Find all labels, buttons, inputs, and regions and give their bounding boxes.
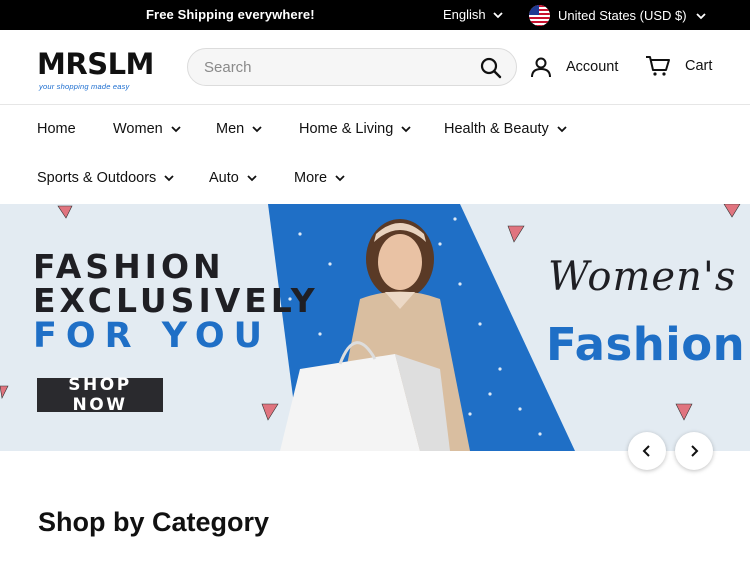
- user-icon: [531, 57, 551, 78]
- us-flag-icon: [529, 5, 550, 26]
- nav-item-label: Men: [216, 121, 245, 137]
- logo-tagline: your shopping made easy: [39, 82, 130, 91]
- nav-item-auto[interactable]: Auto: [209, 170, 258, 186]
- chevron-left-icon: [642, 445, 650, 457]
- nav-item-label: Sports & Outdoors: [37, 170, 157, 186]
- search-bar: [187, 48, 517, 86]
- logo-wordmark: MRSLM: [37, 47, 154, 81]
- chevron-right-icon: [691, 445, 699, 457]
- carousel-prev-button[interactable]: [628, 432, 666, 470]
- nav-item-health-beauty[interactable]: Health & Beauty: [444, 121, 568, 137]
- chevron-down-icon: [493, 11, 503, 18]
- cart-label: Cart: [685, 58, 713, 74]
- nav-item-more[interactable]: More: [294, 170, 346, 186]
- search-icon[interactable]: [480, 57, 502, 79]
- nav-item-label: Auto: [209, 170, 239, 186]
- announcement-bar: Free Shipping everywhere! English United…: [0, 0, 750, 30]
- nav-item-men[interactable]: Men: [216, 121, 263, 137]
- chevron-down-icon: [171, 126, 181, 133]
- search-input[interactable]: [204, 49, 474, 85]
- chevron-down-icon: [335, 175, 345, 182]
- chevron-down-icon: [401, 126, 411, 133]
- nav-item-home-living[interactable]: Home & Living: [299, 121, 412, 137]
- chevron-down-icon: [695, 12, 706, 19]
- nav-item-sports-outdoors[interactable]: Sports & Outdoors: [37, 170, 175, 186]
- shop-by-category-title: Shop by Category: [38, 507, 270, 537]
- chevron-down-icon: [557, 126, 567, 133]
- currency-label: United States (USD $): [558, 8, 687, 23]
- promo-text: Free Shipping everywhere!: [146, 7, 315, 22]
- nav-item-home[interactable]: Home: [37, 121, 76, 137]
- shop-now-button[interactable]: SHOP NOW: [34, 375, 164, 415]
- language-label: English: [443, 7, 486, 22]
- currency-selector[interactable]: United States (USD $): [529, 5, 707, 26]
- site-header: MRSLM your shopping made easy Account Ca…: [0, 30, 750, 105]
- hero-banner[interactable]: FASHION EXCLUSIVELY FOR YOU SHOP NOW Wom…: [0, 204, 750, 451]
- chevron-down-icon: [252, 126, 262, 133]
- carousel-next-button[interactable]: [675, 432, 713, 470]
- cart-link[interactable]: Cart: [645, 55, 712, 77]
- nav-item-label: More: [294, 170, 328, 186]
- cart-icon: [646, 56, 670, 76]
- account-label: Account: [566, 59, 619, 75]
- language-selector[interactable]: English: [443, 7, 504, 22]
- nav-item-label: Women: [113, 121, 163, 137]
- chevron-down-icon: [247, 175, 257, 182]
- nav-item-label: Home & Living: [299, 121, 394, 137]
- hero-heading-line2: EXCLUSIVELY: [33, 281, 319, 320]
- hero-script-text: Women's: [548, 254, 737, 300]
- chevron-down-icon: [164, 175, 174, 182]
- site-logo[interactable]: MRSLM your shopping made easy: [37, 43, 162, 93]
- hero-heading-line3: FOR YOU: [33, 316, 272, 356]
- nav-item-label: Health & Beauty: [444, 121, 549, 137]
- nav-item-women[interactable]: Women: [113, 121, 182, 137]
- hero-headline: Fashion: [546, 318, 746, 371]
- account-link[interactable]: Account: [530, 56, 618, 78]
- nav-item-label: Home: [37, 121, 76, 137]
- main-navigation: Home Women Men Home & Living Health & Be…: [0, 105, 750, 204]
